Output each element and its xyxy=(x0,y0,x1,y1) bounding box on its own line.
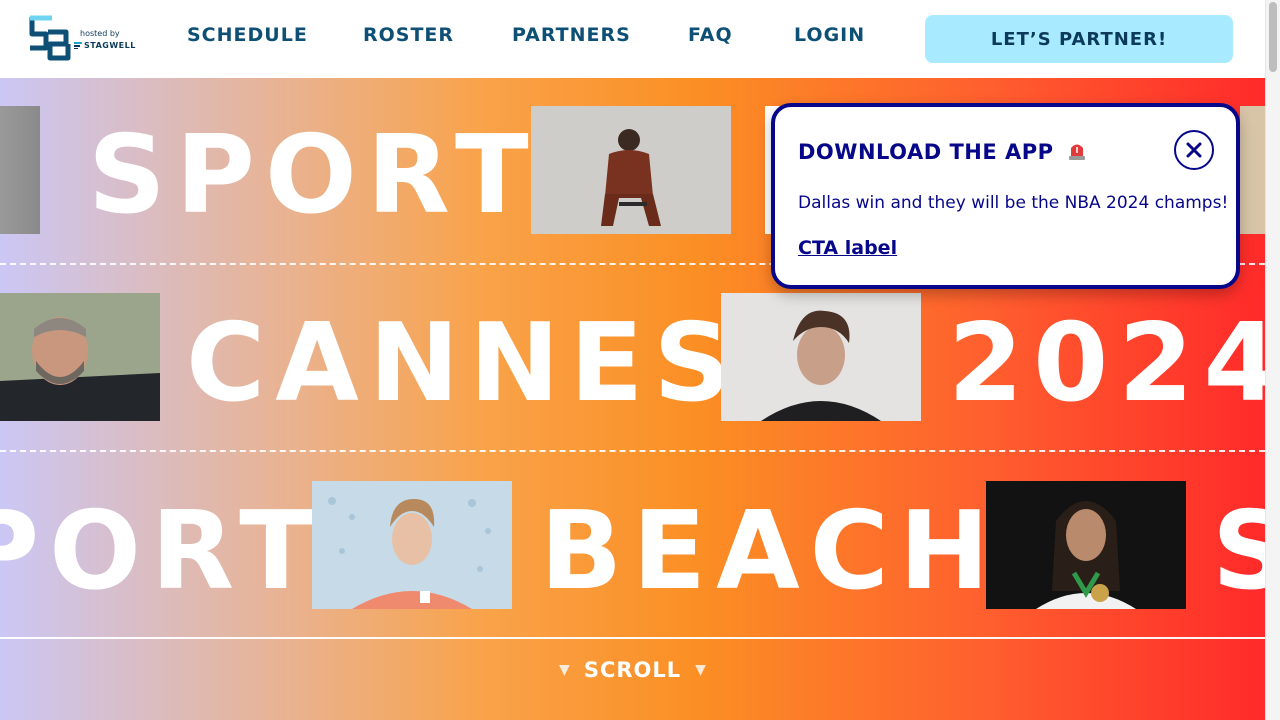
word-cannes: CANNES xyxy=(186,301,742,426)
athlete-photo xyxy=(986,481,1186,609)
nav-partners[interactable]: PARTNERS xyxy=(512,24,631,46)
scroll-indicator[interactable]: ▼ SCROLL ▼ xyxy=(0,658,1265,682)
curly-hair-man-figure xyxy=(721,293,921,421)
scroll-label: SCROLL xyxy=(583,658,682,682)
athlete-photo xyxy=(0,293,160,421)
athlete-photo xyxy=(0,106,40,234)
athlete-photo xyxy=(531,106,731,234)
download-app-popup: DOWNLOAD THE APP Dallas win and they wil… xyxy=(771,103,1240,289)
close-icon xyxy=(1186,142,1202,158)
brand-logo[interactable]: hosted by STAGWELL xyxy=(26,14,156,64)
popup-message: Dallas win and they will be the NBA 2024… xyxy=(798,193,1229,213)
row-divider xyxy=(0,450,1265,452)
sb-logo-icon xyxy=(29,15,71,61)
word-sport-partial: PORT xyxy=(0,489,323,614)
goalkeeper-figure xyxy=(312,481,512,609)
triangle-down-icon: ▼ xyxy=(695,662,706,678)
word-2024: 2024 xyxy=(948,301,1265,426)
popup-title-text: DOWNLOAD THE APP xyxy=(798,140,1054,164)
popup-cta-link[interactable]: CTA label xyxy=(798,237,897,259)
siren-icon xyxy=(1069,144,1086,160)
stagwell-mark-icon xyxy=(74,42,82,49)
scrollbar-thumb[interactable] xyxy=(1269,2,1277,72)
nav-roster[interactable]: ROSTER xyxy=(363,24,454,46)
page-scrollbar[interactable] xyxy=(1265,0,1280,720)
word-beach: BEACH xyxy=(540,489,1000,614)
medalist-figure xyxy=(986,481,1186,609)
nav-schedule[interactable]: SCHEDULE xyxy=(187,24,308,46)
nav-login[interactable]: LOGIN xyxy=(794,24,865,46)
word-sport: SPORT xyxy=(88,113,539,238)
lets-partner-button[interactable]: LET’S PARTNER! xyxy=(925,15,1233,63)
athlete-photo xyxy=(721,293,921,421)
seated-man-figure xyxy=(531,106,731,234)
nav-faq[interactable]: FAQ xyxy=(688,24,733,46)
stagwell-label: STAGWELL xyxy=(84,41,136,50)
site-header: hosted by STAGWELL SCHEDULE ROSTER PARTN… xyxy=(0,0,1265,78)
word-s-partial: S xyxy=(1212,489,1265,614)
athlete-photo xyxy=(1240,106,1265,234)
popup-title: DOWNLOAD THE APP xyxy=(798,139,1087,164)
triangle-down-icon: ▼ xyxy=(559,662,570,678)
athlete-photo xyxy=(312,481,512,609)
bearded-man-figure xyxy=(0,293,160,421)
hosted-by-label: hosted by xyxy=(80,29,120,38)
popup-close-button[interactable] xyxy=(1174,130,1214,170)
row-divider xyxy=(0,637,1265,639)
